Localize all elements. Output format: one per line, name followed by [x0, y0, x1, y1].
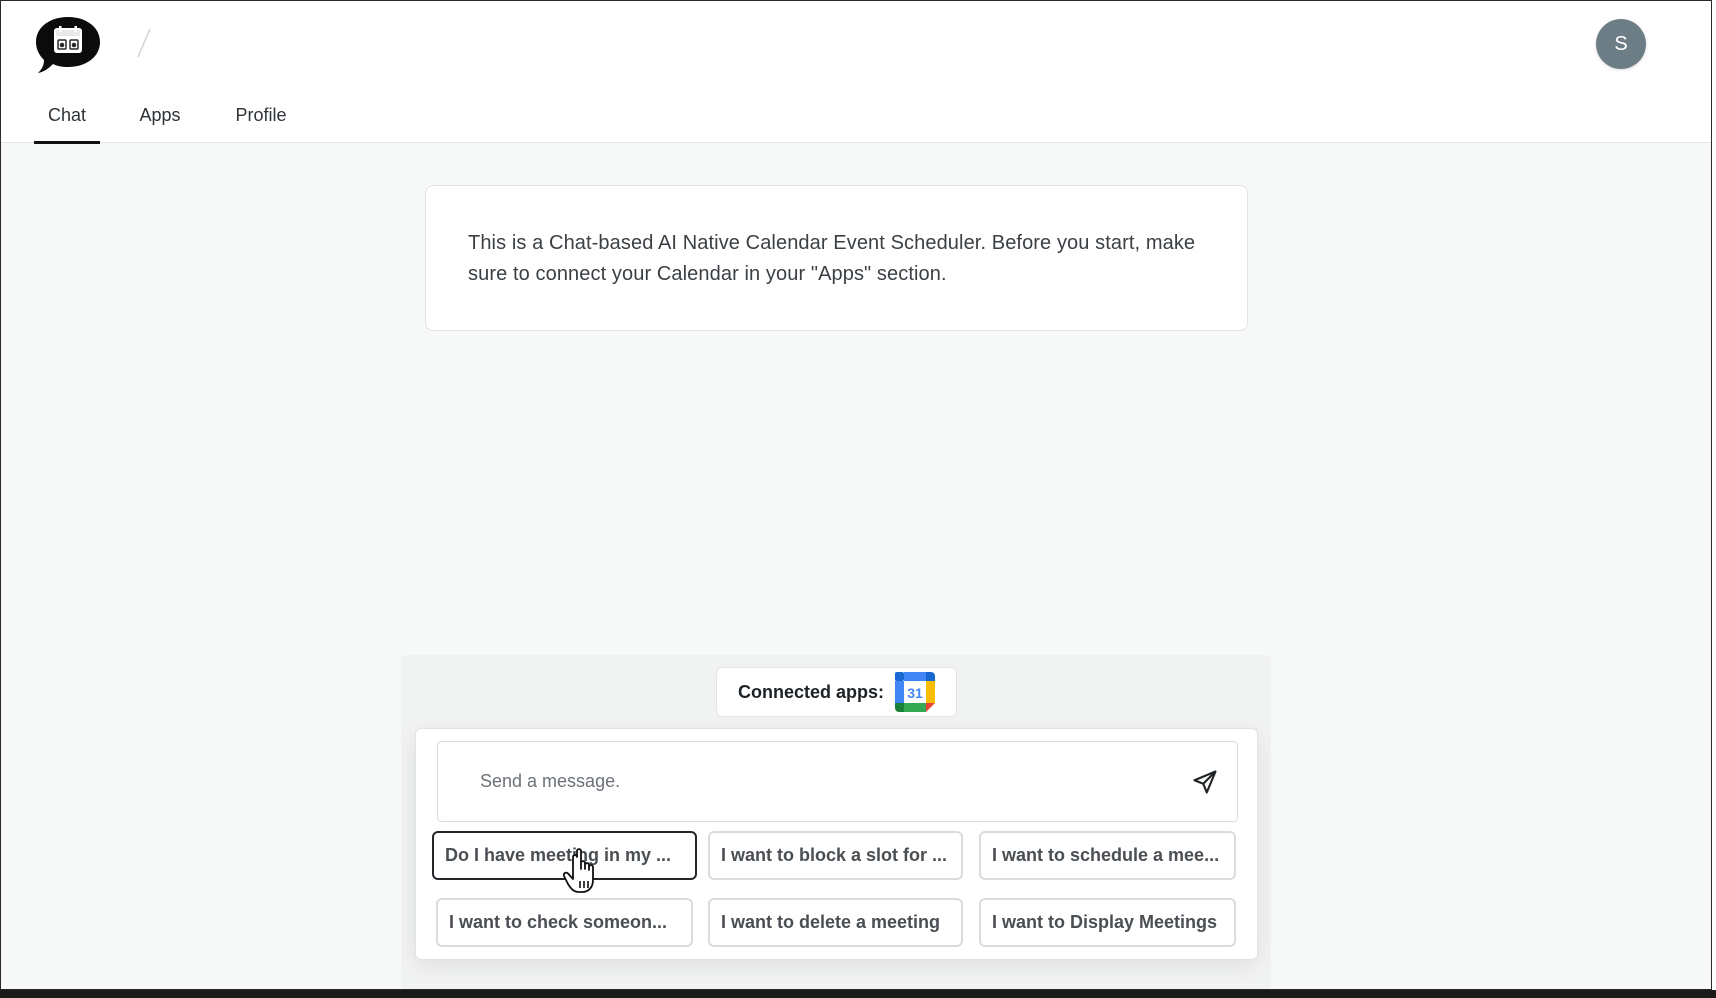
- calendar-chat-bubble-icon[interactable]: [34, 15, 102, 75]
- message-input[interactable]: [458, 742, 1138, 821]
- connected-apps-label: Connected apps:: [738, 681, 885, 702]
- send-icon[interactable]: [1191, 768, 1219, 796]
- google-calendar-day: 31: [907, 685, 923, 701]
- intro-message-card: This is a Chat-based AI Native Calendar …: [425, 185, 1248, 331]
- google-calendar-icon[interactable]: 31: [894, 671, 936, 713]
- intro-message-text: This is a Chat-based AI Native Calendar …: [468, 232, 1196, 285]
- app-window: S Chat Apps Profile This is a Chat-based…: [0, 0, 1712, 990]
- window-edge-bottom: [0, 990, 1716, 998]
- tab-chat[interactable]: Chat: [34, 97, 100, 144]
- suggestion-chip[interactable]: I want to Display Meetings: [979, 898, 1236, 947]
- breadcrumb-separator: [137, 28, 151, 58]
- suggestion-chip[interactable]: I want to check someon...: [436, 898, 693, 947]
- tab-profile[interactable]: Profile: [229, 97, 293, 143]
- suggestion-chip[interactable]: I want to block a slot for ...: [708, 831, 963, 880]
- suggestion-chip[interactable]: I want to schedule a mee...: [979, 831, 1236, 880]
- suggestion-chip[interactable]: I want to delete a meeting: [708, 898, 963, 947]
- connected-apps-badge: Connected apps: 31: [716, 667, 957, 717]
- suggestion-chip[interactable]: Do I have meeting in my ...: [432, 831, 697, 880]
- window-edge: [1712, 0, 1716, 998]
- tab-apps[interactable]: Apps: [133, 97, 187, 143]
- top-header: S Chat Apps Profile: [1, 1, 1711, 144]
- message-input-box: [437, 741, 1238, 822]
- user-avatar[interactable]: S: [1596, 19, 1646, 69]
